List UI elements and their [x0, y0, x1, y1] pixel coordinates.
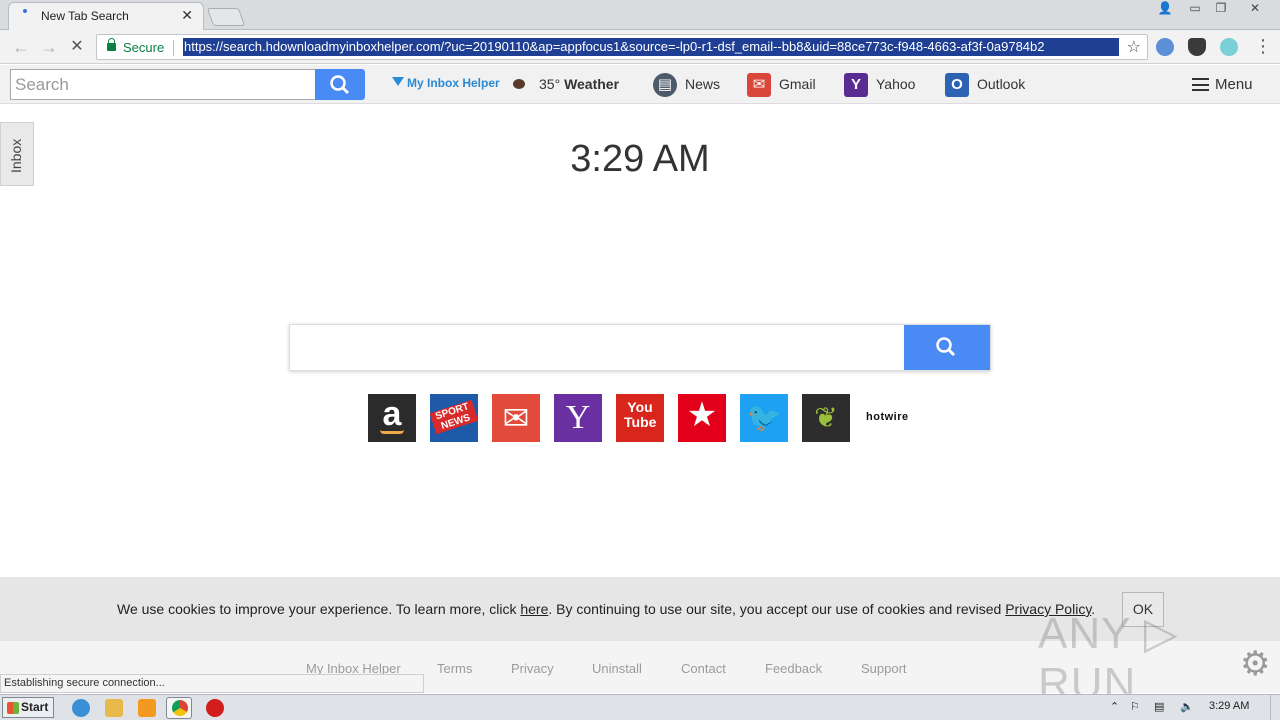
cookie-here-link[interactable]: here [520, 601, 548, 617]
hotwire-link[interactable]: hotwire [866, 411, 909, 423]
footer-link-privacy[interactable]: Privacy [511, 661, 554, 676]
macys-tile[interactable]: ★ [678, 394, 726, 442]
lock-icon [107, 38, 116, 51]
media-player-icon[interactable] [138, 699, 156, 717]
start-label: Start [21, 700, 49, 714]
menu-button[interactable]: Menu [1215, 76, 1253, 93]
windows-taskbar: Start ⌃ ⚐ ▤ 🔈 3:29 AM [0, 694, 1280, 720]
browser-menu-icon[interactable]: ⋮ [1254, 36, 1272, 57]
file-explorer-icon[interactable] [105, 699, 123, 717]
yahoo-logo-icon: Y [565, 399, 591, 436]
tab-title: New Tab Search [41, 9, 129, 23]
browser-toolbar: ← → ✕ Secure https://search.hdownloadmyi… [0, 30, 1280, 64]
weather-icon [513, 79, 525, 89]
show-desktop-button[interactable] [1270, 695, 1280, 720]
outlook-icon: O [945, 73, 969, 97]
cookie-text-start: We use cookies to improve your experienc… [117, 601, 521, 617]
news-icon: ▤ [653, 73, 677, 97]
amazon-smile-icon [380, 430, 404, 434]
stop-icon[interactable]: ✕ [66, 36, 88, 58]
macys-star-icon: ★ [686, 396, 718, 434]
taskbar-clock[interactable]: 3:29 AM [1209, 700, 1249, 712]
omnibox-divider [173, 40, 174, 56]
sport-news-icon: SPORT NEWS [430, 399, 478, 435]
tab-close-icon[interactable]: ✕ [181, 7, 193, 24]
footer-link-support[interactable]: Support [861, 661, 907, 676]
start-button[interactable]: Start [2, 697, 54, 718]
main-search-button[interactable] [904, 325, 990, 370]
yahoo-tile[interactable]: Y [554, 394, 602, 442]
news-link[interactable]: News [685, 76, 720, 92]
extension-icon[interactable] [1156, 38, 1174, 56]
gmail-tile[interactable]: ✉ [492, 394, 540, 442]
chat-extension-icon[interactable] [1220, 38, 1238, 56]
internet-explorer-icon[interactable] [72, 699, 90, 717]
shield-extension-icon[interactable] [1188, 38, 1206, 56]
secure-label: Secure [123, 40, 165, 55]
browser-tab-strip: New Tab Search ✕ 👤 ▭ ❐ ✕ [0, 0, 1280, 30]
twitter-bird-icon: 🐦 [746, 402, 782, 433]
outlook-link[interactable]: Outlook [977, 76, 1025, 92]
ancestry-leaf-icon: ❦ [814, 402, 838, 433]
chrome-icon [172, 700, 188, 716]
extension-toolbar: Search My Inbox Helper 35° Weather ▤ New… [0, 65, 1280, 104]
amazon-tile[interactable]: a [368, 394, 416, 442]
restore-button[interactable]: ❐ [1208, 0, 1234, 18]
windows-logo-icon [7, 702, 19, 714]
forward-arrow-icon[interactable]: → [38, 36, 60, 58]
yahoo-icon: Y [844, 73, 868, 97]
weather-temp: 35° [539, 76, 561, 92]
gear-icon[interactable]: ⚙ [1240, 647, 1272, 681]
search-icon [936, 337, 956, 357]
minimize-button[interactable]: ▭ [1182, 0, 1208, 18]
toolbar-search-button[interactable] [315, 69, 365, 100]
volume-icon[interactable]: 🔈 [1180, 700, 1194, 713]
weather-label: Weather [564, 76, 620, 92]
browser-tab[interactable]: New Tab Search ✕ [8, 2, 204, 30]
youtube-logo-icon: You Tube [624, 399, 657, 430]
tab-loading-icon [23, 9, 27, 13]
hamburger-menu-icon[interactable] [1192, 78, 1209, 91]
footer-link-terms[interactable]: Terms [437, 661, 472, 676]
main-search-input[interactable] [289, 324, 991, 371]
twitter-tile[interactable]: 🐦 [740, 394, 788, 442]
clock-display: 3:29 AM [570, 138, 710, 180]
yahoo-link[interactable]: Yahoo [876, 76, 915, 92]
profile-icon[interactable]: 👤 [1152, 0, 1178, 18]
gmail-link[interactable]: Gmail [779, 76, 816, 92]
gmail-icon: ✉ [747, 73, 771, 97]
weather-link[interactable]: 35° Weather [539, 76, 619, 92]
sport-news-tile[interactable]: SPORT NEWS [430, 394, 478, 442]
show-hidden-icons-icon[interactable]: ⌃ [1110, 700, 1119, 713]
network-icon[interactable]: ▤ [1154, 700, 1164, 713]
opera-icon[interactable] [206, 699, 224, 717]
footer-link-uninstall[interactable]: Uninstall [592, 661, 642, 676]
address-bar[interactable]: Secure https://search.hdownloadmyinboxhe… [96, 34, 1148, 60]
ancestry-tile[interactable]: ❦ [802, 394, 850, 442]
toolbar-search-input[interactable]: Search [10, 69, 316, 100]
cookie-text-middle: . By continuing to use our site, you acc… [548, 601, 1006, 617]
url-text[interactable]: https://search.hdownloadmyinboxhelper.co… [183, 38, 1119, 56]
gmail-envelope-icon: ✉ [502, 400, 530, 436]
youtube-tile[interactable]: You Tube [616, 394, 664, 442]
inbox-helper-logo-icon [392, 77, 404, 86]
new-tab-button[interactable] [206, 8, 246, 26]
close-window-button[interactable]: ✕ [1238, 0, 1272, 18]
status-bar: Establishing secure connection... [0, 674, 424, 693]
footer-link-feedback[interactable]: Feedback [765, 661, 822, 676]
amazon-icon: a [382, 395, 402, 433]
back-arrow-icon[interactable]: ← [10, 36, 32, 58]
footer-link-contact[interactable]: Contact [681, 661, 726, 676]
cookie-message: We use cookies to improve your experienc… [117, 601, 1095, 617]
search-icon [330, 75, 350, 95]
action-center-flag-icon[interactable]: ⚐ [1130, 700, 1140, 713]
bookmark-star-icon[interactable]: ☆ [1127, 37, 1141, 57]
chrome-taskbar-button[interactable] [166, 697, 192, 719]
brand-link[interactable]: My Inbox Helper [407, 76, 500, 90]
